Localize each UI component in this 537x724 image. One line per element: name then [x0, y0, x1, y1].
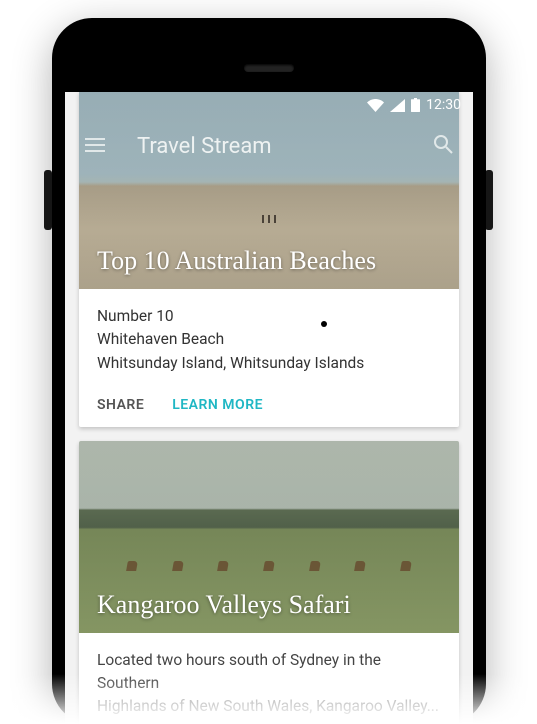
card-title: Kangaroo Valleys Safari [97, 590, 351, 620]
phone-power-button [44, 170, 52, 230]
decorative-dot [321, 321, 327, 327]
beach-figures-decor [262, 215, 276, 223]
status-time: 12:30 [426, 97, 461, 113]
search-button[interactable] [429, 132, 457, 160]
app-bar: Travel Stream [65, 118, 473, 174]
status-bar: 12:30 [65, 92, 473, 118]
phone-volume-button [485, 170, 493, 230]
search-icon [433, 134, 453, 158]
cell-signal-icon [390, 99, 405, 112]
card-title: Top 10 Australian Beaches [97, 246, 376, 276]
share-button[interactable]: SHARE [97, 397, 144, 413]
card-body: Located two hours south of Sydney in the… [79, 633, 459, 724]
card-line: Whitsunday Island, Whitsunday Islands [97, 352, 441, 375]
battery-icon [411, 98, 420, 112]
kangaroo-decor [79, 561, 459, 571]
screen: 12:30 Travel Stream Top 10 Aust [65, 92, 473, 724]
menu-button[interactable] [81, 132, 109, 160]
card-line: Located two hours south of Sydney in the… [97, 649, 441, 696]
card-body: Number 10 Whitehaven Beach Whitsunday Is… [79, 289, 459, 389]
phone-frame: 12:30 Travel Stream Top 10 Aust [52, 18, 486, 724]
wifi-icon [367, 99, 384, 112]
card-line: Whitehaven Beach [97, 328, 441, 351]
card-safari[interactable]: Kangaroo Valleys Safari Located two hour… [79, 441, 459, 724]
hamburger-icon [85, 137, 105, 156]
card-media: Kangaroo Valleys Safari [79, 441, 459, 633]
card-line: Number 10 [97, 305, 441, 328]
phone-speaker [244, 64, 294, 72]
app-title: Travel Stream [137, 134, 429, 159]
content: Top 10 Australian Beaches Number 10 Whit… [65, 92, 473, 724]
learn-more-button[interactable]: LEARN MORE [172, 397, 263, 413]
card-line: Highlands of New South Wales, Kangaroo V… [97, 695, 441, 718]
card-actions: SHARE LEARN MORE [79, 389, 459, 427]
